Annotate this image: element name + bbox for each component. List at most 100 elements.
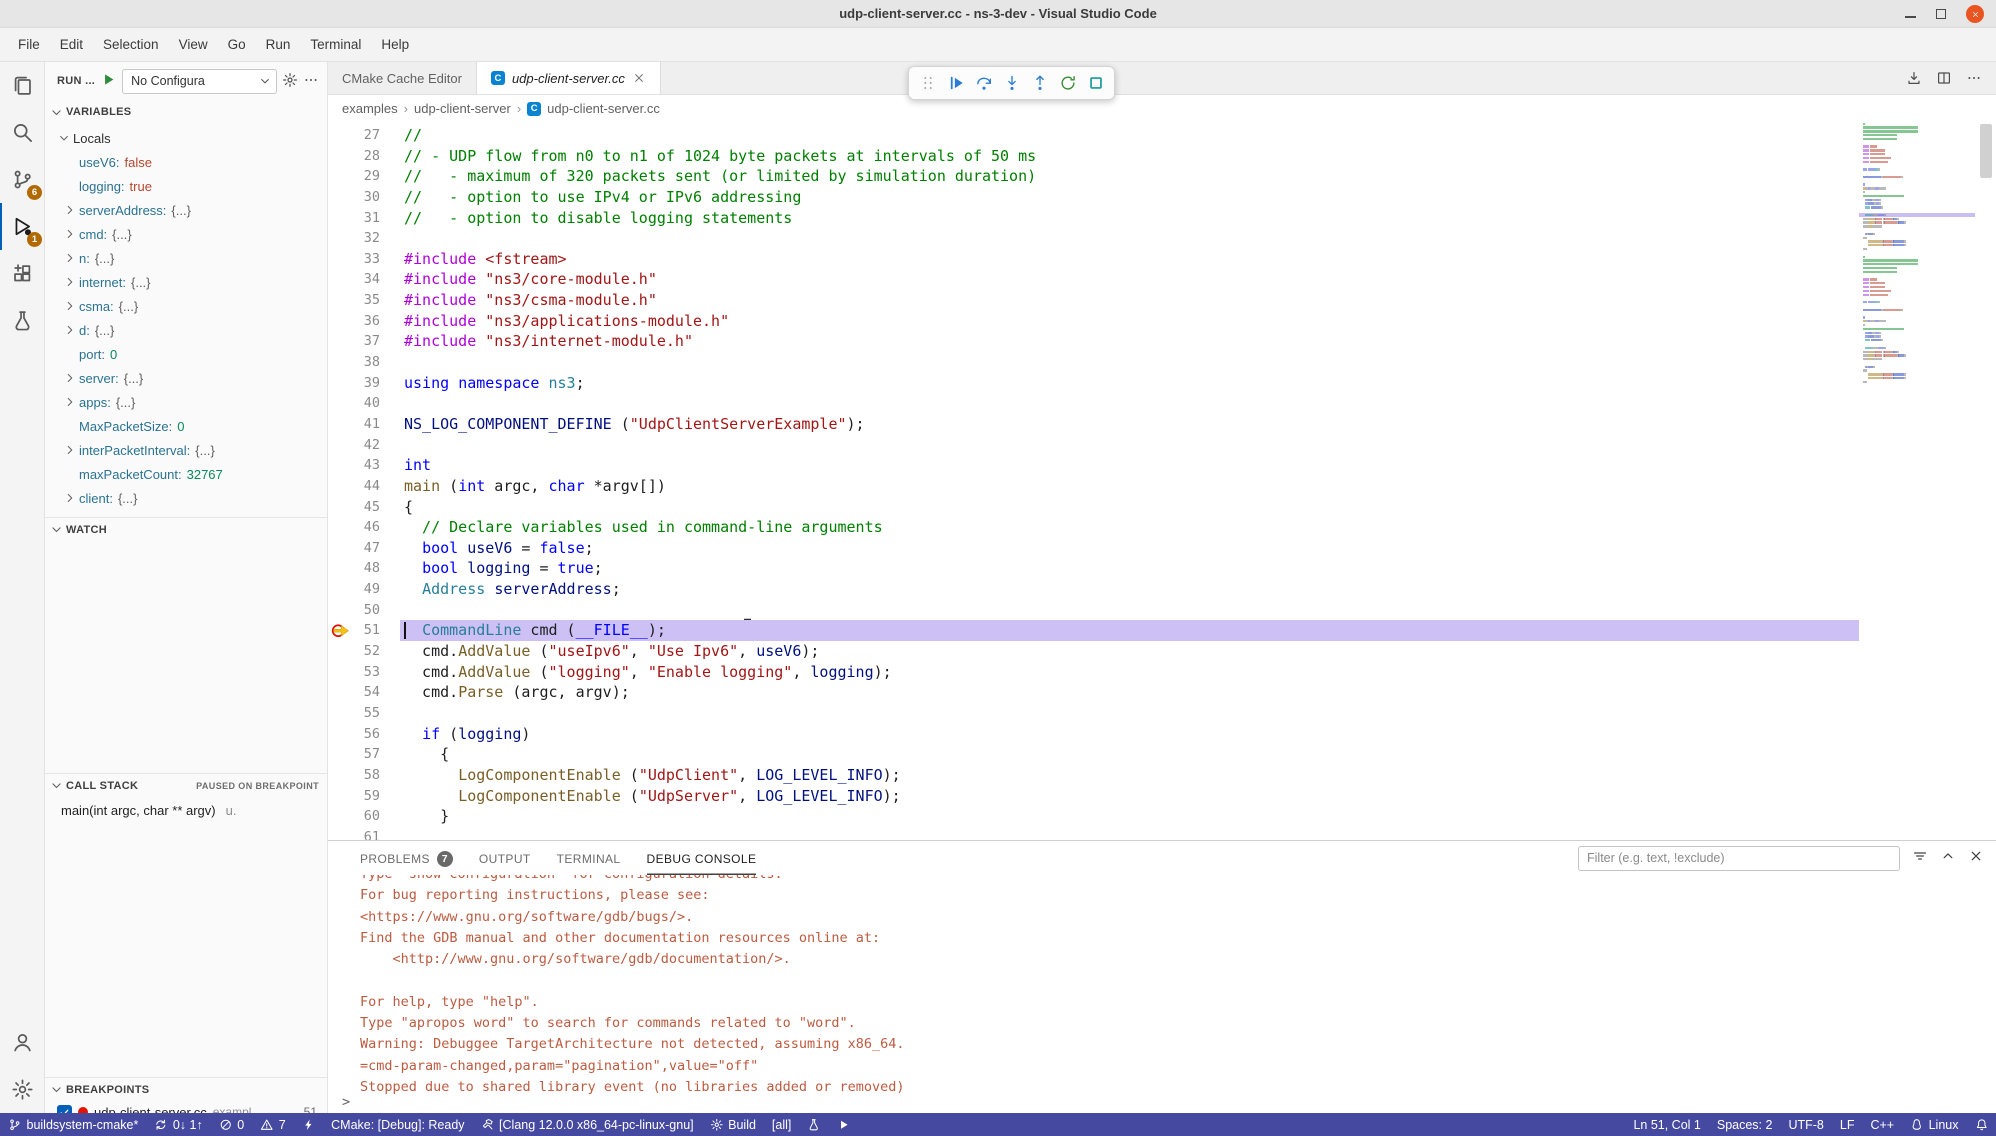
debug-config-dropdown[interactable]: No Configura	[122, 69, 277, 94]
activity-search[interactable]	[0, 109, 45, 156]
menu-view[interactable]: View	[169, 34, 218, 55]
line-number[interactable]: 33	[348, 249, 380, 270]
line-number[interactable]: 30	[348, 187, 380, 208]
line-number[interactable]: 48	[348, 558, 380, 579]
chevron-right-icon[interactable]	[63, 395, 79, 409]
menu-file[interactable]: File	[8, 34, 50, 55]
code-line[interactable]: 47 bool useV6 = false;	[328, 538, 1996, 559]
status-language[interactable]: C++	[1862, 1113, 1902, 1136]
variable-row[interactable]: port:0	[45, 342, 327, 366]
editor[interactable]: 27//28// - UDP flow from n0 to n1 of 102…	[328, 122, 1996, 840]
code-line[interactable]: 36#include "ns3/applications-module.h"	[328, 311, 1996, 332]
breakpoints-section-header[interactable]: BREAKPOINTS	[45, 1077, 327, 1101]
code-line[interactable]: 37#include "ns3/internet-module.h"	[328, 331, 1996, 352]
code-line[interactable]: 28// - UDP flow from n0 to n1 of 1024 by…	[328, 146, 1996, 167]
breadcrumb-item[interactable]: examples	[342, 101, 398, 116]
chevron-right-icon[interactable]	[63, 491, 79, 505]
code-line[interactable]: 35#include "ns3/csma-module.h"	[328, 290, 1996, 311]
status-build[interactable]: Build	[702, 1113, 764, 1136]
stack-frame[interactable]: main(int argc, char ** argv) u.	[45, 798, 327, 822]
close-tab-icon[interactable]	[632, 71, 646, 85]
line-number[interactable]: 54	[348, 682, 380, 703]
status-indent[interactable]: Spaces: 2	[1709, 1113, 1781, 1136]
stop-button[interactable]	[1083, 71, 1108, 96]
code-line[interactable]: 32	[328, 228, 1996, 249]
split-editor-icon[interactable]	[1936, 70, 1952, 86]
line-number[interactable]: 53	[348, 662, 380, 683]
panel-tab-problems[interactable]: PROBLEMS7	[360, 841, 453, 875]
line-number[interactable]: 57	[348, 744, 380, 765]
watch-section-header[interactable]: WATCH	[45, 517, 327, 541]
status-cmake[interactable]: CMake: [Debug]: Ready	[323, 1113, 472, 1136]
close-panel-icon[interactable]	[1968, 848, 1984, 869]
code-line[interactable]: 55	[328, 703, 1996, 724]
chevron-right-icon[interactable]	[63, 371, 79, 385]
scope-locals[interactable]: Locals	[45, 126, 327, 150]
console-filter-input[interactable]	[1578, 846, 1900, 871]
code-line[interactable]: 34#include "ns3/core-module.h"	[328, 269, 1996, 290]
filter-lines-icon[interactable]	[1912, 848, 1928, 869]
code-line[interactable]: 46 // Declare variables used in command-…	[328, 517, 1996, 538]
code-line[interactable]: 27//	[328, 125, 1996, 146]
code-line[interactable]: 51 CommandLine cmd (__FILE__);	[328, 620, 1996, 641]
chevron-right-icon[interactable]	[63, 275, 79, 289]
minimize-button[interactable]	[1905, 16, 1916, 18]
variable-row[interactable]: cmd:{...}	[45, 222, 327, 246]
status-cursor[interactable]: Ln 51, Col 1	[1625, 1113, 1708, 1136]
code-line[interactable]: 31// - option to disable logging stateme…	[328, 208, 1996, 229]
console-prompt[interactable]: >	[342, 1094, 350, 1110]
activity-source-control[interactable]: 6	[0, 156, 45, 203]
activity-explorer[interactable]	[0, 62, 45, 109]
panel-tab-debug-console[interactable]: DEBUG CONSOLE	[647, 841, 757, 875]
line-number[interactable]: 51	[348, 620, 380, 641]
variable-row[interactable]: apps:{...}	[45, 390, 327, 414]
run-more-actions-icon[interactable]	[303, 72, 319, 91]
code-line[interactable]: 39using namespace ns3;	[328, 373, 1996, 394]
status-kit[interactable]: [Clang 12.0.0 x86_64-pc-linux-gnu]	[473, 1113, 702, 1136]
code-line[interactable]: 61	[328, 827, 1996, 840]
debug-console[interactable]: Type "show configuration" for configurat…	[328, 875, 1996, 1113]
status-ctest[interactable]	[799, 1113, 829, 1136]
code-line[interactable]: 42	[328, 435, 1996, 456]
maximize-button[interactable]	[1936, 9, 1946, 19]
step-out-button[interactable]	[1027, 71, 1052, 96]
maximize-panel-icon[interactable]	[1940, 848, 1956, 869]
variable-row[interactable]: logging:true	[45, 174, 327, 198]
code-line[interactable]: 53 cmd.AddValue ("logging", "Enable logg…	[328, 662, 1996, 683]
status-warnings[interactable]: 7	[252, 1113, 293, 1136]
status-errors[interactable]: 0	[211, 1113, 252, 1136]
variable-row[interactable]: serverAddress:{...}	[45, 198, 327, 222]
variable-row[interactable]: server:{...}	[45, 366, 327, 390]
line-number[interactable]: 49	[348, 579, 380, 600]
code-line[interactable]: 50	[328, 600, 1996, 621]
code-line[interactable]: 40	[328, 393, 1996, 414]
variable-row[interactable]: csma:{...}	[45, 294, 327, 318]
chevron-right-icon[interactable]	[63, 251, 79, 265]
line-number[interactable]: 61	[348, 827, 380, 840]
line-number[interactable]: 59	[348, 786, 380, 807]
menu-terminal[interactable]: Terminal	[300, 34, 371, 55]
chevron-right-icon[interactable]	[63, 443, 79, 457]
menu-run[interactable]: Run	[256, 34, 301, 55]
variable-row[interactable]: d:{...}	[45, 318, 327, 342]
line-number[interactable]: 37	[348, 331, 380, 352]
close-window-button[interactable]	[1966, 5, 1984, 23]
line-number[interactable]: 56	[348, 724, 380, 745]
status-sync[interactable]: 0↓ 1↑	[146, 1113, 210, 1136]
start-debugging-button[interactable]	[100, 71, 117, 91]
line-number[interactable]: 42	[348, 435, 380, 456]
line-number[interactable]: 35	[348, 290, 380, 311]
menu-selection[interactable]: Selection	[93, 34, 169, 55]
status-scm[interactable]: buildsystem-cmake*	[0, 1113, 146, 1136]
status-bolt[interactable]	[294, 1113, 324, 1136]
status-target[interactable]: [all]	[764, 1113, 799, 1136]
line-number[interactable]: 39	[348, 373, 380, 394]
status-os[interactable]: Linux	[1902, 1113, 1966, 1136]
activity-extensions[interactable]	[0, 250, 45, 297]
line-number[interactable]: 45	[348, 497, 380, 518]
run-settings-gear-icon[interactable]	[282, 72, 298, 91]
line-number[interactable]: 58	[348, 765, 380, 786]
menu-help[interactable]: Help	[371, 34, 419, 55]
menu-go[interactable]: Go	[218, 34, 256, 55]
status-launch[interactable]	[829, 1113, 859, 1136]
